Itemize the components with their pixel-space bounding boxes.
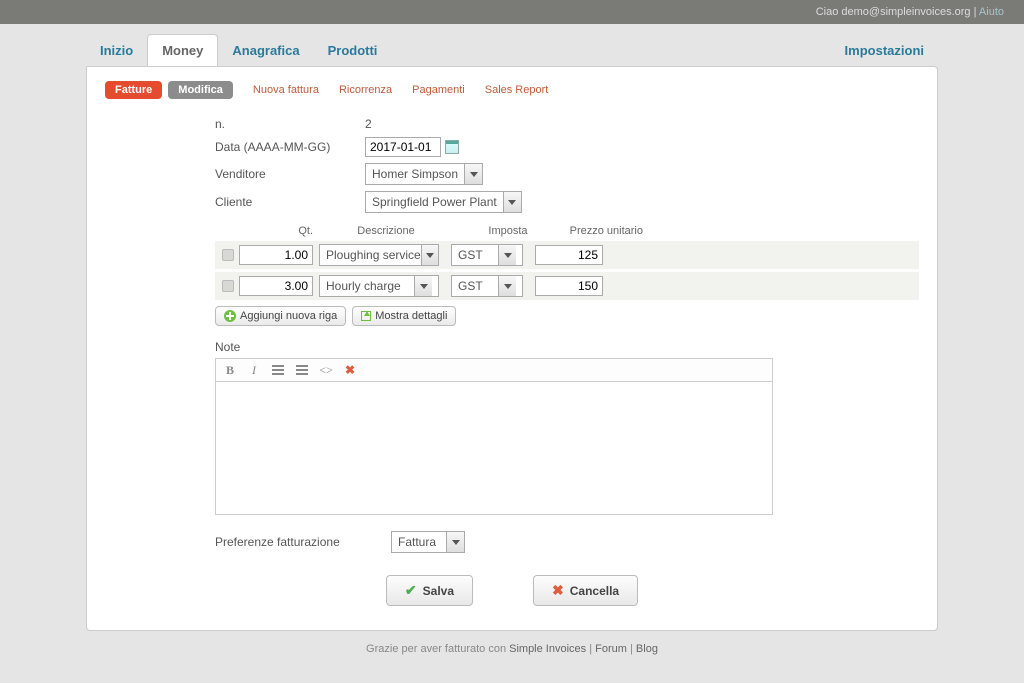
- grip-icon: [222, 280, 234, 292]
- note-editor: B I <> ✖: [215, 358, 773, 515]
- add-row-label: Aggiungi nuova riga: [240, 310, 337, 322]
- row-handle[interactable]: [217, 280, 239, 292]
- topbar-greeting: Ciao demo@simpleinvoices.org: [816, 6, 971, 18]
- cancel-label: Cancella: [570, 584, 619, 598]
- desc-select[interactable]: Ploughing service: [319, 244, 439, 266]
- save-button[interactable]: ✔ Salva: [386, 575, 473, 606]
- client-select[interactable]: Springfield Power Plant: [365, 191, 522, 213]
- numbered-list-icon[interactable]: [294, 362, 310, 378]
- tab-impostazioni[interactable]: Impostazioni: [831, 35, 938, 66]
- help-link[interactable]: Aiuto: [979, 6, 1004, 18]
- chevron-down-icon[interactable]: [498, 276, 516, 296]
- pill-modifica[interactable]: Modifica: [168, 81, 233, 99]
- save-label: Salva: [423, 584, 454, 598]
- label-client: Cliente: [215, 195, 365, 209]
- tax-select-value: GST: [452, 279, 498, 293]
- label-vendor: Venditore: [215, 167, 365, 181]
- chevron-down-icon[interactable]: [464, 164, 482, 184]
- col-header-qty: Qt.: [239, 225, 321, 237]
- price-input[interactable]: [535, 276, 603, 296]
- show-details-label: Mostra dettagli: [375, 310, 447, 322]
- topbar: Ciao demo@simpleinvoices.org | Aiuto: [0, 0, 1024, 24]
- vendor-select[interactable]: Homer Simpson: [365, 163, 483, 185]
- calendar-icon[interactable]: [445, 140, 459, 154]
- main-panel: Fatture Modifica Nuova fattura Ricorrenz…: [86, 66, 938, 631]
- link-ricorrenza[interactable]: Ricorrenza: [339, 84, 392, 96]
- desc-select-value: Ploughing service: [320, 248, 421, 262]
- expand-icon: [361, 311, 371, 321]
- price-input[interactable]: [535, 245, 603, 265]
- date-input[interactable]: [365, 137, 441, 157]
- check-icon: ✔: [405, 582, 417, 599]
- pref-select-value: Fattura: [392, 535, 446, 549]
- col-header-tax: Imposta: [463, 225, 553, 237]
- chevron-down-icon[interactable]: [498, 245, 516, 265]
- note-textarea[interactable]: [215, 381, 773, 515]
- line-row: Hourly charge GST: [215, 272, 919, 300]
- bold-icon[interactable]: B: [222, 362, 238, 378]
- tab-prodotti[interactable]: Prodotti: [314, 35, 392, 66]
- col-header-desc: Descrizione: [321, 225, 451, 237]
- italic-icon[interactable]: I: [246, 362, 262, 378]
- subnav: Fatture Modifica Nuova fattura Ricorrenz…: [105, 81, 919, 99]
- desc-select[interactable]: Hourly charge: [319, 275, 439, 297]
- tab-money[interactable]: Money: [147, 34, 218, 66]
- chevron-down-icon[interactable]: [503, 192, 521, 212]
- desc-select-value: Hourly charge: [320, 279, 414, 293]
- line-row: Ploughing service GST: [215, 241, 919, 269]
- tab-inizio[interactable]: Inizio: [86, 35, 147, 66]
- tax-select-value: GST: [452, 248, 498, 262]
- vendor-select-value: Homer Simpson: [366, 167, 464, 181]
- cancel-button[interactable]: ✖ Cancella: [533, 575, 638, 606]
- tax-select[interactable]: GST: [451, 275, 523, 297]
- grip-icon: [222, 249, 234, 261]
- qty-input[interactable]: [239, 276, 313, 296]
- line-items: Qt. Descrizione Imposta Prezzo unitario …: [215, 225, 919, 326]
- label-date: Data (AAAA-MM-GG): [215, 140, 365, 154]
- footer-thanks: Grazie per aver fatturato con: [366, 643, 509, 655]
- qty-input[interactable]: [239, 245, 313, 265]
- editor-toolbar: B I <> ✖: [215, 358, 773, 381]
- link-pagamenti[interactable]: Pagamenti: [412, 84, 465, 96]
- remove-format-icon[interactable]: ✖: [342, 362, 358, 378]
- tax-select[interactable]: GST: [451, 244, 523, 266]
- main-tabs: Inizio Money Anagrafica Prodotti Imposta…: [86, 30, 938, 66]
- row-handle[interactable]: [217, 249, 239, 261]
- label-note: Note: [215, 340, 919, 354]
- label-pref: Preferenze fatturazione: [215, 535, 391, 549]
- footer-app-link[interactable]: Simple Invoices: [509, 643, 586, 655]
- add-row-button[interactable]: Aggiungi nuova riga: [215, 306, 346, 326]
- client-select-value: Springfield Power Plant: [366, 195, 503, 209]
- x-icon: ✖: [552, 582, 564, 599]
- pref-select[interactable]: Fattura: [391, 531, 465, 553]
- pill-fatture[interactable]: Fatture: [105, 81, 162, 99]
- tab-anagrafica[interactable]: Anagrafica: [218, 35, 313, 66]
- col-header-price: Prezzo unitario: [563, 225, 643, 237]
- value-number: 2: [365, 117, 372, 131]
- source-icon[interactable]: <>: [318, 362, 334, 378]
- footer: Grazie per aver fatturato con Simple Inv…: [86, 643, 938, 655]
- show-details-button[interactable]: Mostra dettagli: [352, 306, 456, 326]
- chevron-down-icon[interactable]: [446, 532, 464, 552]
- footer-blog-link[interactable]: Blog: [636, 643, 658, 655]
- link-nuova-fattura[interactable]: Nuova fattura: [253, 84, 319, 96]
- chevron-down-icon[interactable]: [414, 276, 432, 296]
- footer-forum-link[interactable]: Forum: [595, 643, 627, 655]
- label-number: n.: [215, 117, 365, 131]
- plus-icon: [224, 310, 236, 322]
- link-sales-report[interactable]: Sales Report: [485, 84, 549, 96]
- bullet-list-icon[interactable]: [270, 362, 286, 378]
- chevron-down-icon[interactable]: [421, 245, 438, 265]
